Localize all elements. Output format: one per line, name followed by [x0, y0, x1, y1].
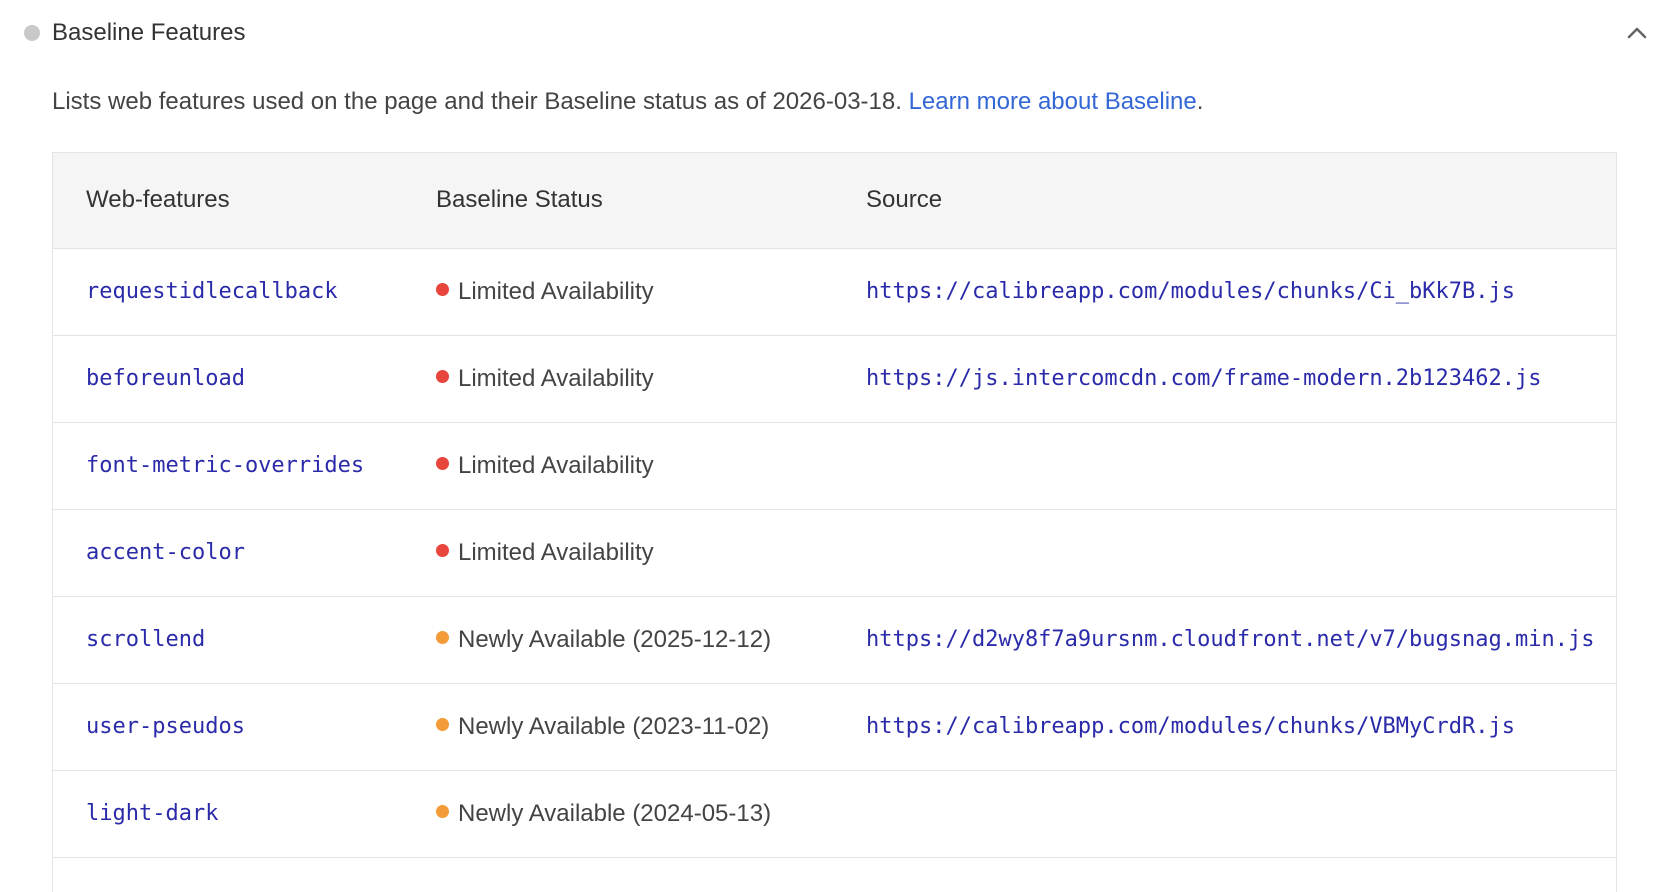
baseline-status: Limited Availability: [436, 275, 654, 309]
learn-more-link[interactable]: Learn more about Baseline: [909, 88, 1197, 115]
baseline-status: Limited Availability: [436, 449, 654, 483]
status-dot-icon: [436, 718, 449, 731]
table-row: beforeunload Limited Availability https://…: [53, 336, 1616, 423]
baseline-status: Limited Availability: [436, 362, 654, 396]
table-row: accent-color Limited Availability: [53, 510, 1616, 597]
feature-name: accent-color: [86, 540, 245, 565]
status-label: Limited Availability: [458, 539, 654, 566]
feature-name: requestidlecallback: [86, 279, 338, 304]
source-link[interactable]: https://calibreapp.com/modules/chunks/Ci…: [866, 276, 1515, 308]
section-header[interactable]: Baseline Features: [0, 0, 1680, 66]
feature-name: user-pseudos: [86, 714, 245, 739]
source-link[interactable]: https://d2wy8f7a9ursnm.cloudfront.net/v7…: [866, 624, 1594, 656]
baseline-status: Limited Availability: [436, 536, 654, 570]
source-link[interactable]: https://js.intercomcdn.com/frame-modern.…: [866, 363, 1542, 395]
baseline-status: Newly Available (2025-12-12): [436, 623, 771, 657]
features-table: Web-features Baseline Status Source requ…: [52, 152, 1617, 892]
status-dot-icon: [436, 631, 449, 644]
status-label: Limited Availability: [458, 452, 654, 479]
feature-name: font-metric-overrides: [86, 453, 365, 478]
status-label: Newly Available (2023-11-02): [458, 713, 770, 740]
table-header: Web-features Baseline Status Source: [53, 153, 1616, 249]
header-source: Source: [866, 186, 943, 213]
table-row: scrollend Newly Available (2025-12-12) htt…: [53, 597, 1616, 684]
status-dot-icon: [436, 283, 449, 296]
header-baseline-status: Baseline Status: [436, 186, 603, 213]
table-body: requestidlecallback Limited Availability h…: [53, 249, 1616, 858]
source-link[interactable]: https://calibreapp.com/modules/chunks/VB…: [866, 711, 1515, 743]
table-row: light-dark Newly Available (2024-05-13): [53, 771, 1616, 858]
status-dot-icon: [436, 370, 449, 383]
chevron-up-icon[interactable]: [1620, 16, 1654, 50]
feature-name: scrollend: [86, 627, 206, 652]
status-label: Limited Availability: [458, 365, 654, 392]
table-row: font-metric-overrides Limited Availabilit…: [53, 423, 1616, 510]
table-row: user-pseudos Newly Available (2023-11-02)…: [53, 684, 1616, 771]
table-row: requestidlecallback Limited Availability h…: [53, 249, 1616, 336]
section-title: Baseline Features: [52, 19, 246, 46]
baseline-status: Newly Available (2023-11-02): [436, 710, 769, 744]
header-web-features: Web-features: [86, 186, 230, 213]
status-dot-icon: [24, 25, 40, 41]
description-suffix: .: [1196, 88, 1204, 115]
status-dot-icon: [436, 457, 449, 470]
status-label: Limited Availability: [458, 278, 654, 305]
feature-name: light-dark: [86, 801, 219, 826]
baseline-status: Newly Available (2024-05-13): [436, 797, 771, 831]
status-dot-icon: [436, 805, 449, 818]
description-text: Lists web features used on the page and …: [52, 88, 902, 115]
status-dot-icon: [436, 544, 449, 557]
section-description: Lists web features used on the page and …: [52, 85, 1203, 119]
status-label: Newly Available (2025-12-12): [458, 626, 772, 653]
status-label: Newly Available (2024-05-13): [458, 800, 772, 827]
feature-name: beforeunload: [86, 366, 245, 391]
